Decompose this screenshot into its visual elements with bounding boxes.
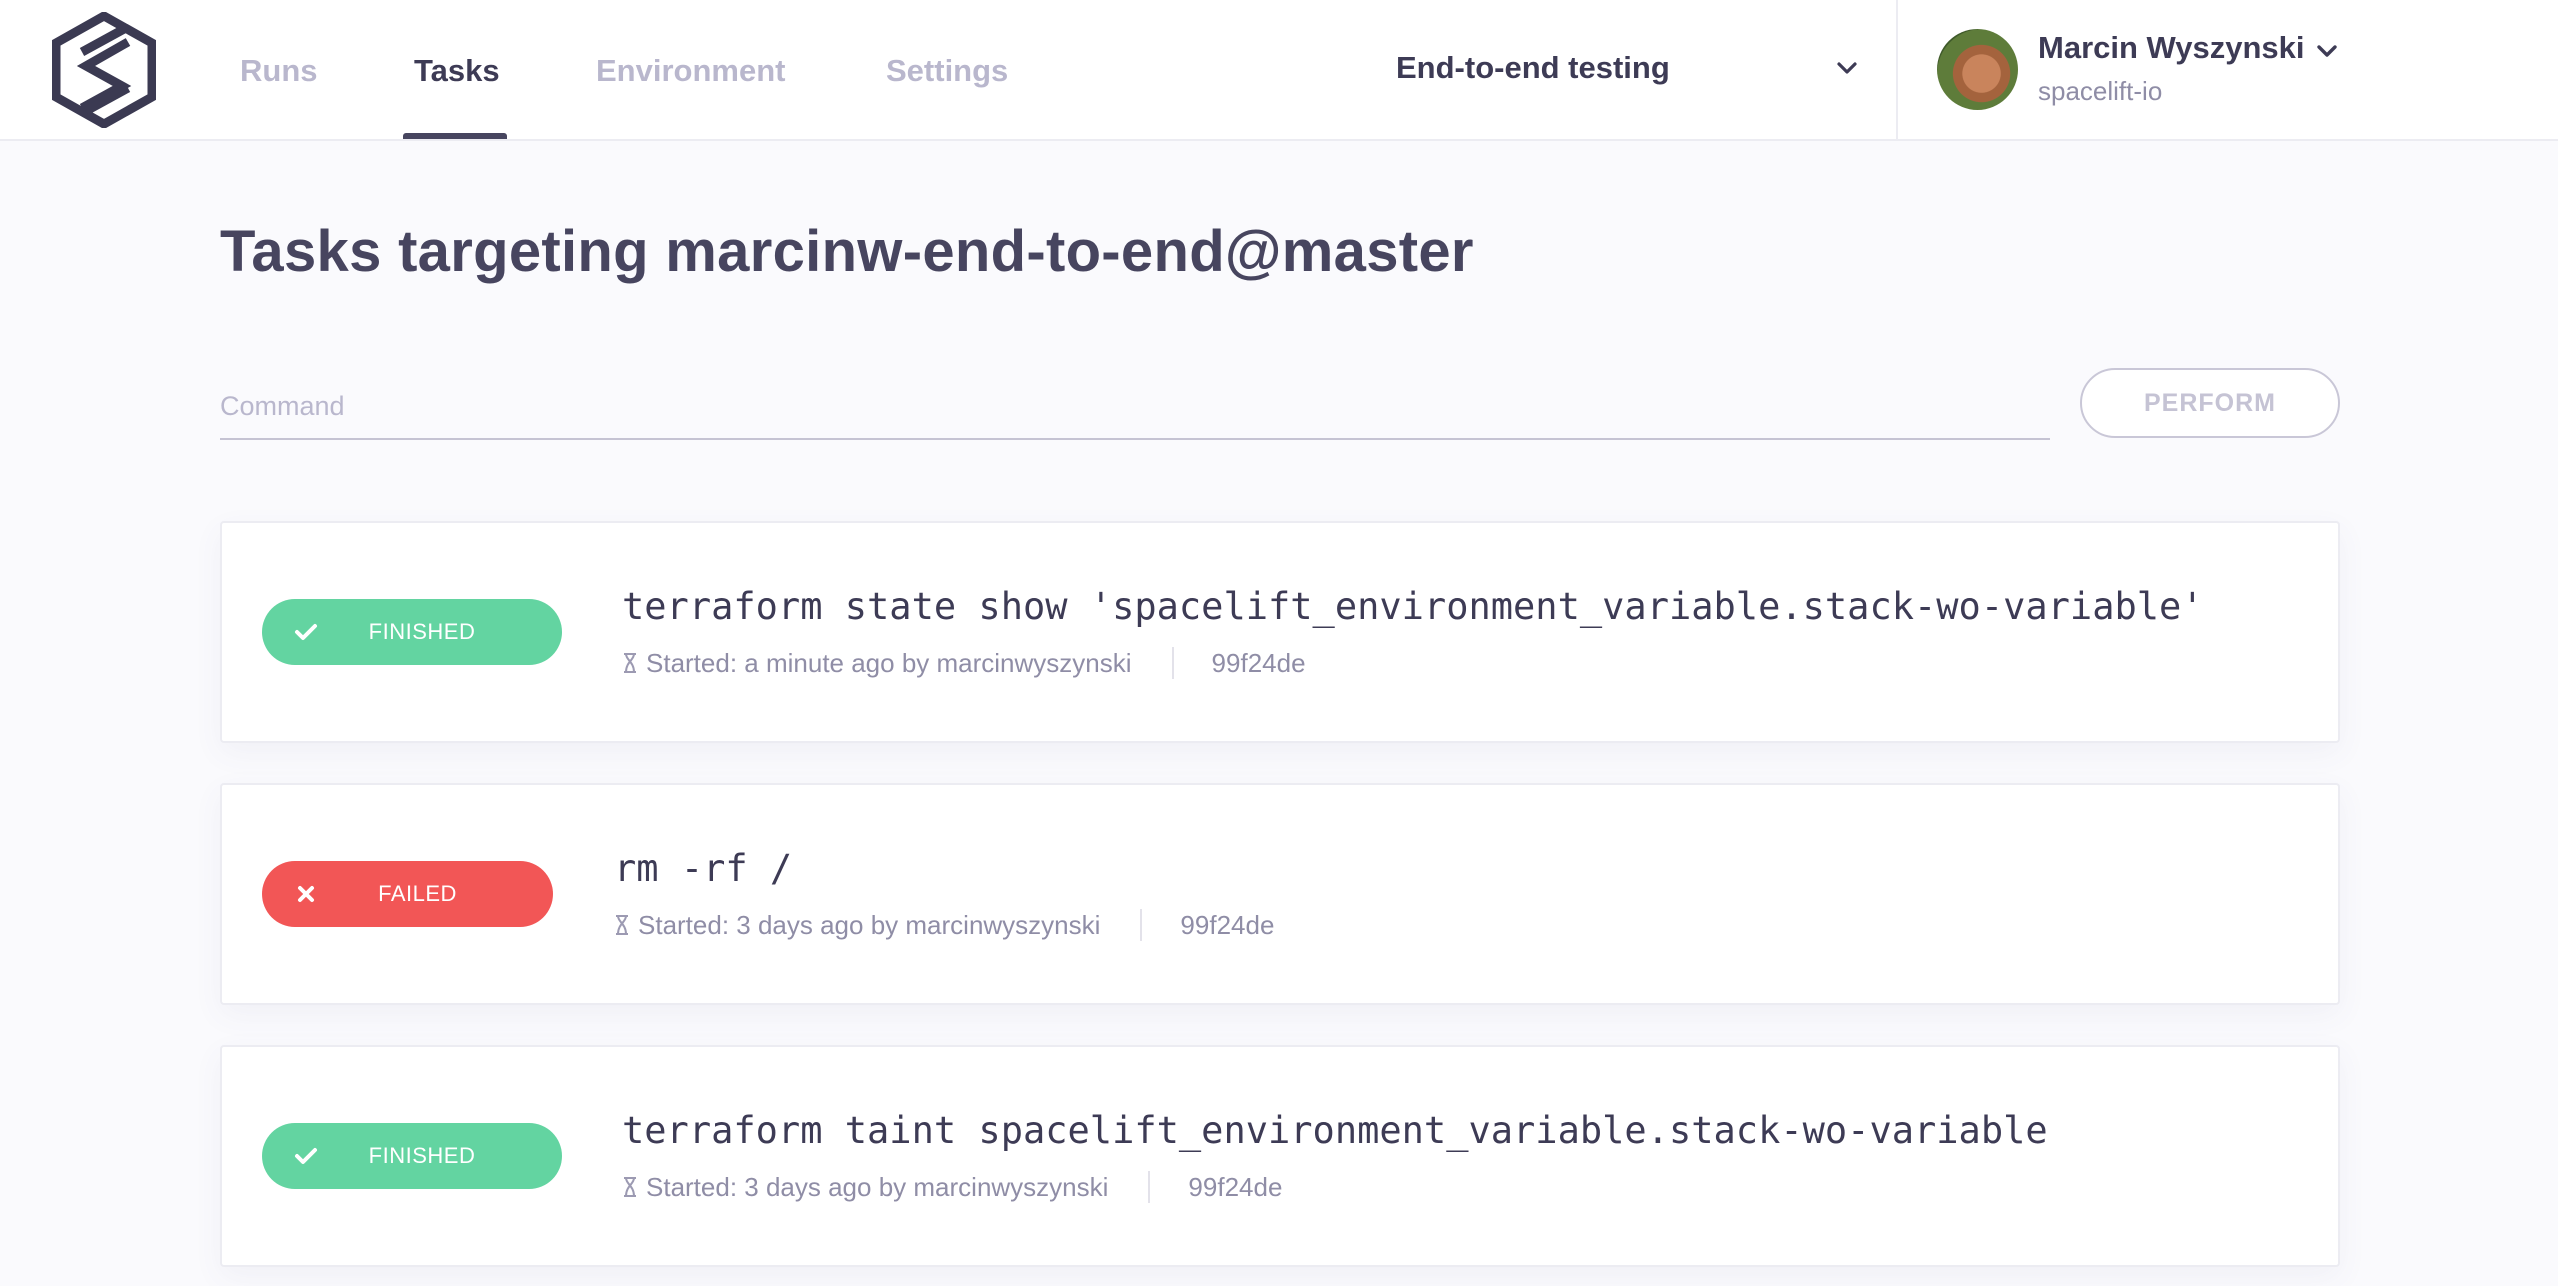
chevron-down-icon xyxy=(1837,62,1857,74)
task-meta: Started: a minute ago by marcinwyszynski… xyxy=(622,647,1306,679)
task-command: rm -rf / xyxy=(614,847,793,890)
task-started-text: Started: 3 days ago by marcinwyszynski xyxy=(646,1171,1109,1202)
tab-runs[interactable]: Runs xyxy=(240,0,318,141)
command-input[interactable] xyxy=(220,374,2050,440)
tab-settings[interactable]: Settings xyxy=(886,0,1008,141)
user-menu-chevron-down-icon[interactable] xyxy=(2312,36,2342,66)
task-command: terraform taint spacelift_environment_va… xyxy=(622,1109,2048,1152)
status-badge-failed: FAILED xyxy=(262,861,553,927)
hourglass-icon xyxy=(616,915,628,935)
stack-selector-label: End-to-end testing xyxy=(1396,50,1670,85)
spacelift-logo[interactable] xyxy=(52,12,156,128)
tab-environment[interactable]: Environment xyxy=(596,0,785,141)
task-card[interactable]: FINISHED terraform taint spacelift_envir… xyxy=(220,1045,2340,1267)
commit-sha-link[interactable]: 99f24de xyxy=(1212,648,1306,679)
user-name: Marcin Wyszynski xyxy=(2038,30,2305,65)
hourglass-icon xyxy=(624,1177,636,1197)
meta-divider xyxy=(1148,1171,1151,1203)
status-badge-finished: FINISHED xyxy=(262,1123,562,1189)
user-organization: spacelift-io xyxy=(2038,76,2163,106)
task-started-text: Started: 3 days ago by marcinwyszynski xyxy=(638,909,1101,940)
commit-sha-link[interactable]: 99f24de xyxy=(1188,1172,1282,1203)
perform-button[interactable]: PERFORM xyxy=(2080,368,2340,438)
status-label: FINISHED xyxy=(368,1143,476,1168)
task-started-text: Started: a minute ago by marcinwyszynski xyxy=(646,647,1132,678)
task-meta: Started: 3 days ago by marcinwyszynski 9… xyxy=(622,1171,1282,1203)
topbar-divider xyxy=(1896,0,1898,141)
hourglass-icon xyxy=(624,653,636,673)
task-meta: Started: 3 days ago by marcinwyszynski 9… xyxy=(614,909,1274,941)
top-navigation-bar: Runs Tasks Environment Settings End-to-e… xyxy=(0,0,2558,141)
task-card[interactable]: FAILED rm -rf / Started: 3 days ago by m… xyxy=(220,783,2340,1005)
page-title: Tasks targeting marcinw-end-to-end@maste… xyxy=(220,219,1474,284)
status-label: FAILED xyxy=(378,881,457,906)
commit-sha-link[interactable]: 99f24de xyxy=(1180,910,1274,941)
status-label: FINISHED xyxy=(368,619,476,644)
active-tab-indicator xyxy=(403,133,507,139)
meta-divider xyxy=(1171,647,1174,679)
avatar[interactable] xyxy=(1937,29,2018,110)
tab-tasks[interactable]: Tasks xyxy=(414,0,500,141)
task-card[interactable]: FINISHED terraform state show 'spacelift… xyxy=(220,521,2340,743)
status-badge-finished: FINISHED xyxy=(262,599,562,665)
meta-divider xyxy=(1140,909,1143,941)
task-command: terraform state show 'spacelift_environm… xyxy=(622,585,2204,628)
stack-selector[interactable]: End-to-end testing xyxy=(1396,28,1871,108)
